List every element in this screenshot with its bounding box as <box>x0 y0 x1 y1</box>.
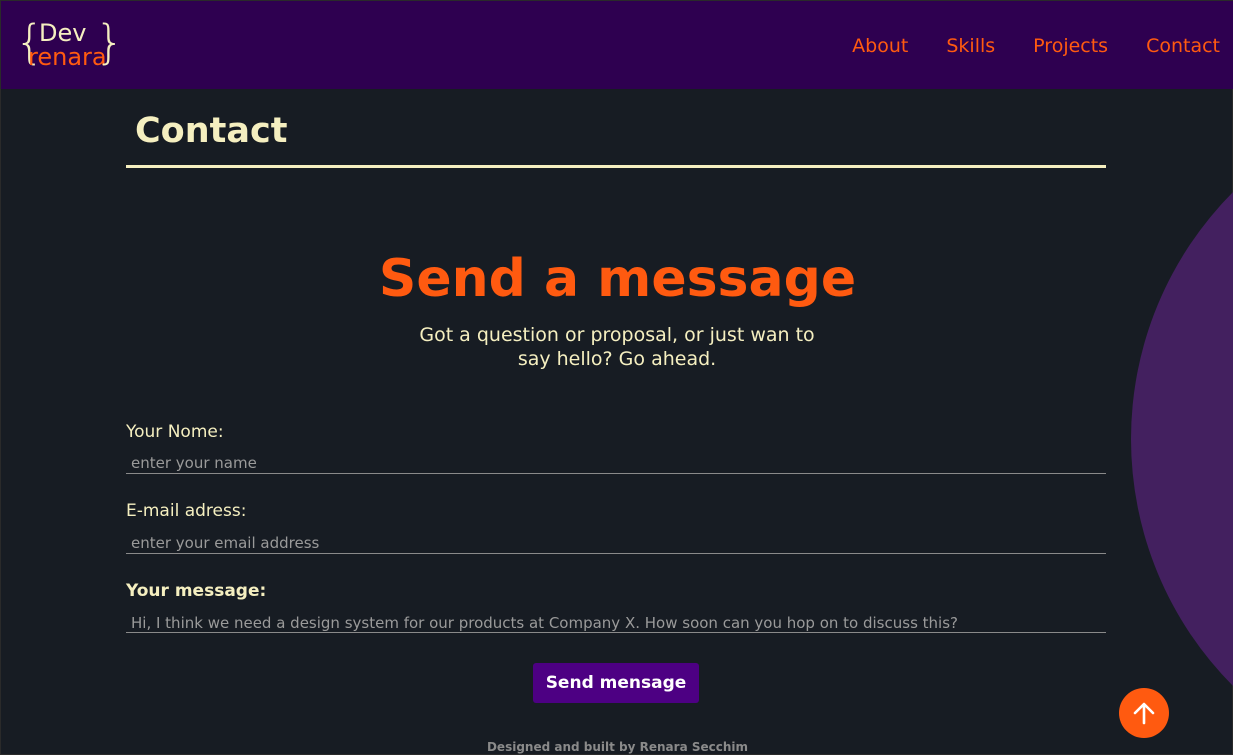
site-header: { Dev renara } About Skills Projects Con… <box>1 1 1233 89</box>
message-label: Your message: <box>126 581 267 601</box>
name-label: Your Nome: <box>126 422 224 442</box>
hero-title: Send a message <box>378 249 857 309</box>
name-input[interactable] <box>126 452 1106 474</box>
email-input[interactable] <box>126 532 1106 554</box>
arrow-up-icon <box>1133 702 1155 725</box>
decorative-arc <box>1131 89 1233 755</box>
send-message-button[interactable]: Send mensage <box>533 663 699 703</box>
nav-skills[interactable]: Skills <box>946 35 995 57</box>
section-title-underline <box>126 165 1106 168</box>
footer-credit: Designed and built by Renara Secchim <box>486 740 749 754</box>
nav-projects[interactable]: Projects <box>1033 35 1108 57</box>
hero-subtitle: Got a question or proposal, or just wan … <box>419 324 815 370</box>
nav-contact[interactable]: Contact <box>1146 35 1220 57</box>
main-nav: About Skills Projects Contact <box>852 35 1220 57</box>
logo-brace-right: } <box>95 15 125 69</box>
logo[interactable]: { Dev renara } <box>15 17 124 71</box>
nav-about[interactable]: About <box>852 35 908 57</box>
scroll-to-top-button[interactable] <box>1119 688 1169 738</box>
email-label: E-mail adress: <box>126 501 247 521</box>
section-title: Contact <box>135 111 288 151</box>
message-textarea[interactable] <box>126 613 1106 633</box>
